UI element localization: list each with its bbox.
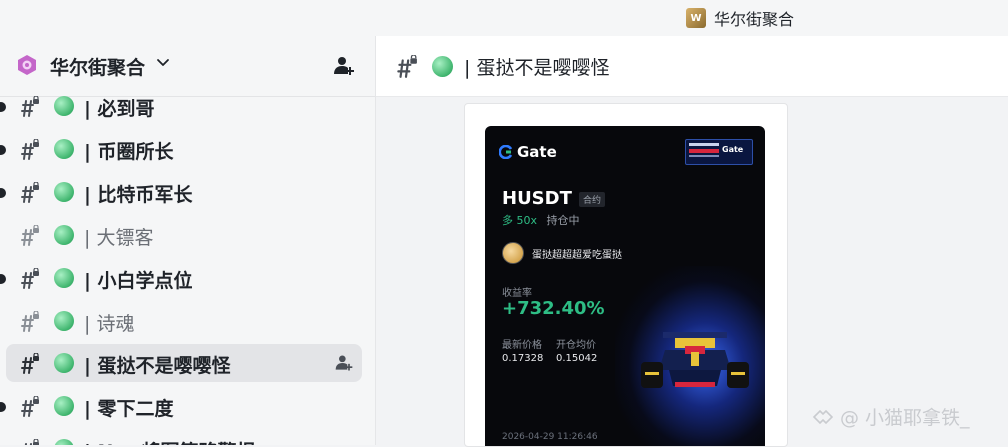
weibo-logo-icon — [812, 409, 834, 424]
channel-item[interactable]: | 小白学点位 — [0, 259, 362, 297]
race-car-illustration — [641, 332, 749, 388]
green-circle-emoji — [54, 225, 74, 245]
main-panel: | 蛋挞不是嘤嘤怪 Gate Gate HUSDT 合约 多 50x 持仓中 蛋… — [376, 36, 1008, 447]
trading-pair: HUSDT — [502, 188, 572, 209]
gate-logo-icon — [499, 145, 513, 159]
guild-name[interactable]: 华尔街聚合 — [50, 53, 145, 80]
channel-name: | 比特币军长 — [84, 184, 193, 206]
guild-logo-icon — [18, 55, 36, 75]
position-line: 多 50x 持仓中 — [502, 212, 580, 228]
channel-item-active[interactable]: | 蛋挞不是嘤嘤怪 — [6, 344, 362, 382]
channel-item[interactable]: | 诗魂 — [6, 302, 362, 340]
green-circle-emoji — [54, 139, 74, 159]
green-circle-emoji — [54, 96, 74, 116]
position-state: 持仓中 — [546, 214, 580, 227]
user-row: 蛋挞超超超爱吃蛋挞 — [502, 242, 622, 264]
sponsor-gate-text: Gate — [722, 145, 744, 154]
channel-name: | 必到哥 — [84, 98, 155, 120]
text-channel-lock-icon — [21, 96, 39, 117]
channel-item[interactable]: | Nn‑ 将军策略警报 — [6, 430, 362, 445]
channel-name: | 零下二度 — [84, 398, 174, 420]
timestamp: 2026-04-29 11:26:46 — [502, 432, 598, 442]
channel-name: | 诗魂 — [84, 313, 135, 335]
channel-title: | 蛋挞不是嘤嘤怪 — [464, 57, 610, 79]
channel-item[interactable]: | 零下二度 — [0, 387, 362, 425]
channel-sidebar: 华尔街聚合 | 必到哥 | 币圈所长 | 比特币军长 | 大镖客 | 小白学点位… — [0, 36, 376, 445]
last-price-label: 最新价格 — [502, 340, 542, 351]
green-circle-emoji — [54, 353, 74, 373]
text-channel-lock-icon — [397, 55, 417, 78]
green-circle-emoji — [54, 396, 74, 416]
channel-name: | 蛋挞不是嘤嘤怪 — [84, 355, 231, 377]
text-channel-lock-icon — [21, 353, 39, 374]
channel-name: | 小白学点位 — [84, 270, 193, 292]
contract-badge: 合约 — [579, 192, 606, 207]
image-attachment[interactable]: Gate Gate HUSDT 合约 多 50x 持仓中 蛋挞超超超爱吃蛋挞 收… — [464, 103, 788, 447]
server-tag-label: 华尔街聚合 — [714, 10, 795, 29]
channel-item[interactable]: | 大镖客 — [6, 216, 362, 254]
gate-brand-text: Gate — [517, 143, 557, 161]
text-channel-lock-icon — [21, 268, 39, 289]
trade-share-poster[interactable]: Gate Gate HUSDT 合约 多 50x 持仓中 蛋挞超超超爱吃蛋挞 收… — [485, 126, 765, 446]
position-side: 多 50x — [502, 214, 538, 227]
green-circle-emoji — [54, 439, 74, 445]
text-channel-lock-icon — [21, 182, 39, 203]
channel-item[interactable]: | 比特币军长 — [0, 173, 362, 211]
watermark: @ 小猫耶拿铁_ — [812, 403, 970, 430]
text-channel-lock-icon — [21, 139, 39, 160]
green-circle-emoji — [54, 311, 74, 331]
channel-item[interactable]: | 币圈所长 — [0, 130, 362, 168]
gate-logo: Gate — [499, 143, 557, 161]
watermark-text: @ 小猫耶拿铁_ — [840, 407, 970, 429]
text-channel-lock-icon — [21, 311, 39, 332]
unread-indicator — [0, 274, 6, 284]
unread-indicator — [0, 145, 6, 155]
text-channel-lock-icon — [21, 225, 39, 246]
entry-price-label: 开仓均价 — [556, 340, 596, 351]
top-bar: W 华尔街聚合 — [0, 0, 1008, 36]
unread-indicator — [0, 402, 6, 412]
text-channel-lock-icon — [24, 439, 39, 445]
server-mini-logo: W — [686, 8, 706, 28]
channel-name: | 大镖客 — [84, 227, 154, 249]
server-tag[interactable]: W 华尔街聚合 — [686, 6, 794, 30]
roi-value: +732.40% — [502, 298, 605, 319]
invite-member-icon[interactable] — [334, 353, 354, 373]
green-circle-emoji — [432, 56, 453, 77]
last-price-value: 0.17328 — [502, 353, 544, 364]
unread-indicator — [0, 102, 6, 112]
unread-indicator — [0, 188, 6, 198]
invite-member-icon[interactable] — [332, 54, 356, 78]
text-channel-lock-icon — [21, 396, 39, 417]
chevron-down-icon[interactable] — [156, 56, 170, 70]
avatar — [502, 242, 524, 264]
sponsor-logo: Gate — [685, 139, 753, 165]
roi-label: 收益率 — [502, 288, 532, 299]
channel-item[interactable]: | 必到哥 — [0, 87, 362, 125]
channel-header: | 蛋挞不是嘤嘤怪 — [376, 36, 1008, 97]
channel-name: | Nn‑ 将军策略警报 — [84, 437, 255, 445]
green-circle-emoji — [54, 182, 74, 202]
green-circle-emoji — [54, 268, 74, 288]
channel-name: | 币圈所长 — [84, 141, 174, 163]
entry-price-value: 0.15042 — [556, 353, 598, 364]
user-name: 蛋挞超超超爱吃蛋挞 — [532, 249, 622, 261]
message-area[interactable]: Gate Gate HUSDT 合约 多 50x 持仓中 蛋挞超超超爱吃蛋挞 收… — [376, 97, 1008, 447]
